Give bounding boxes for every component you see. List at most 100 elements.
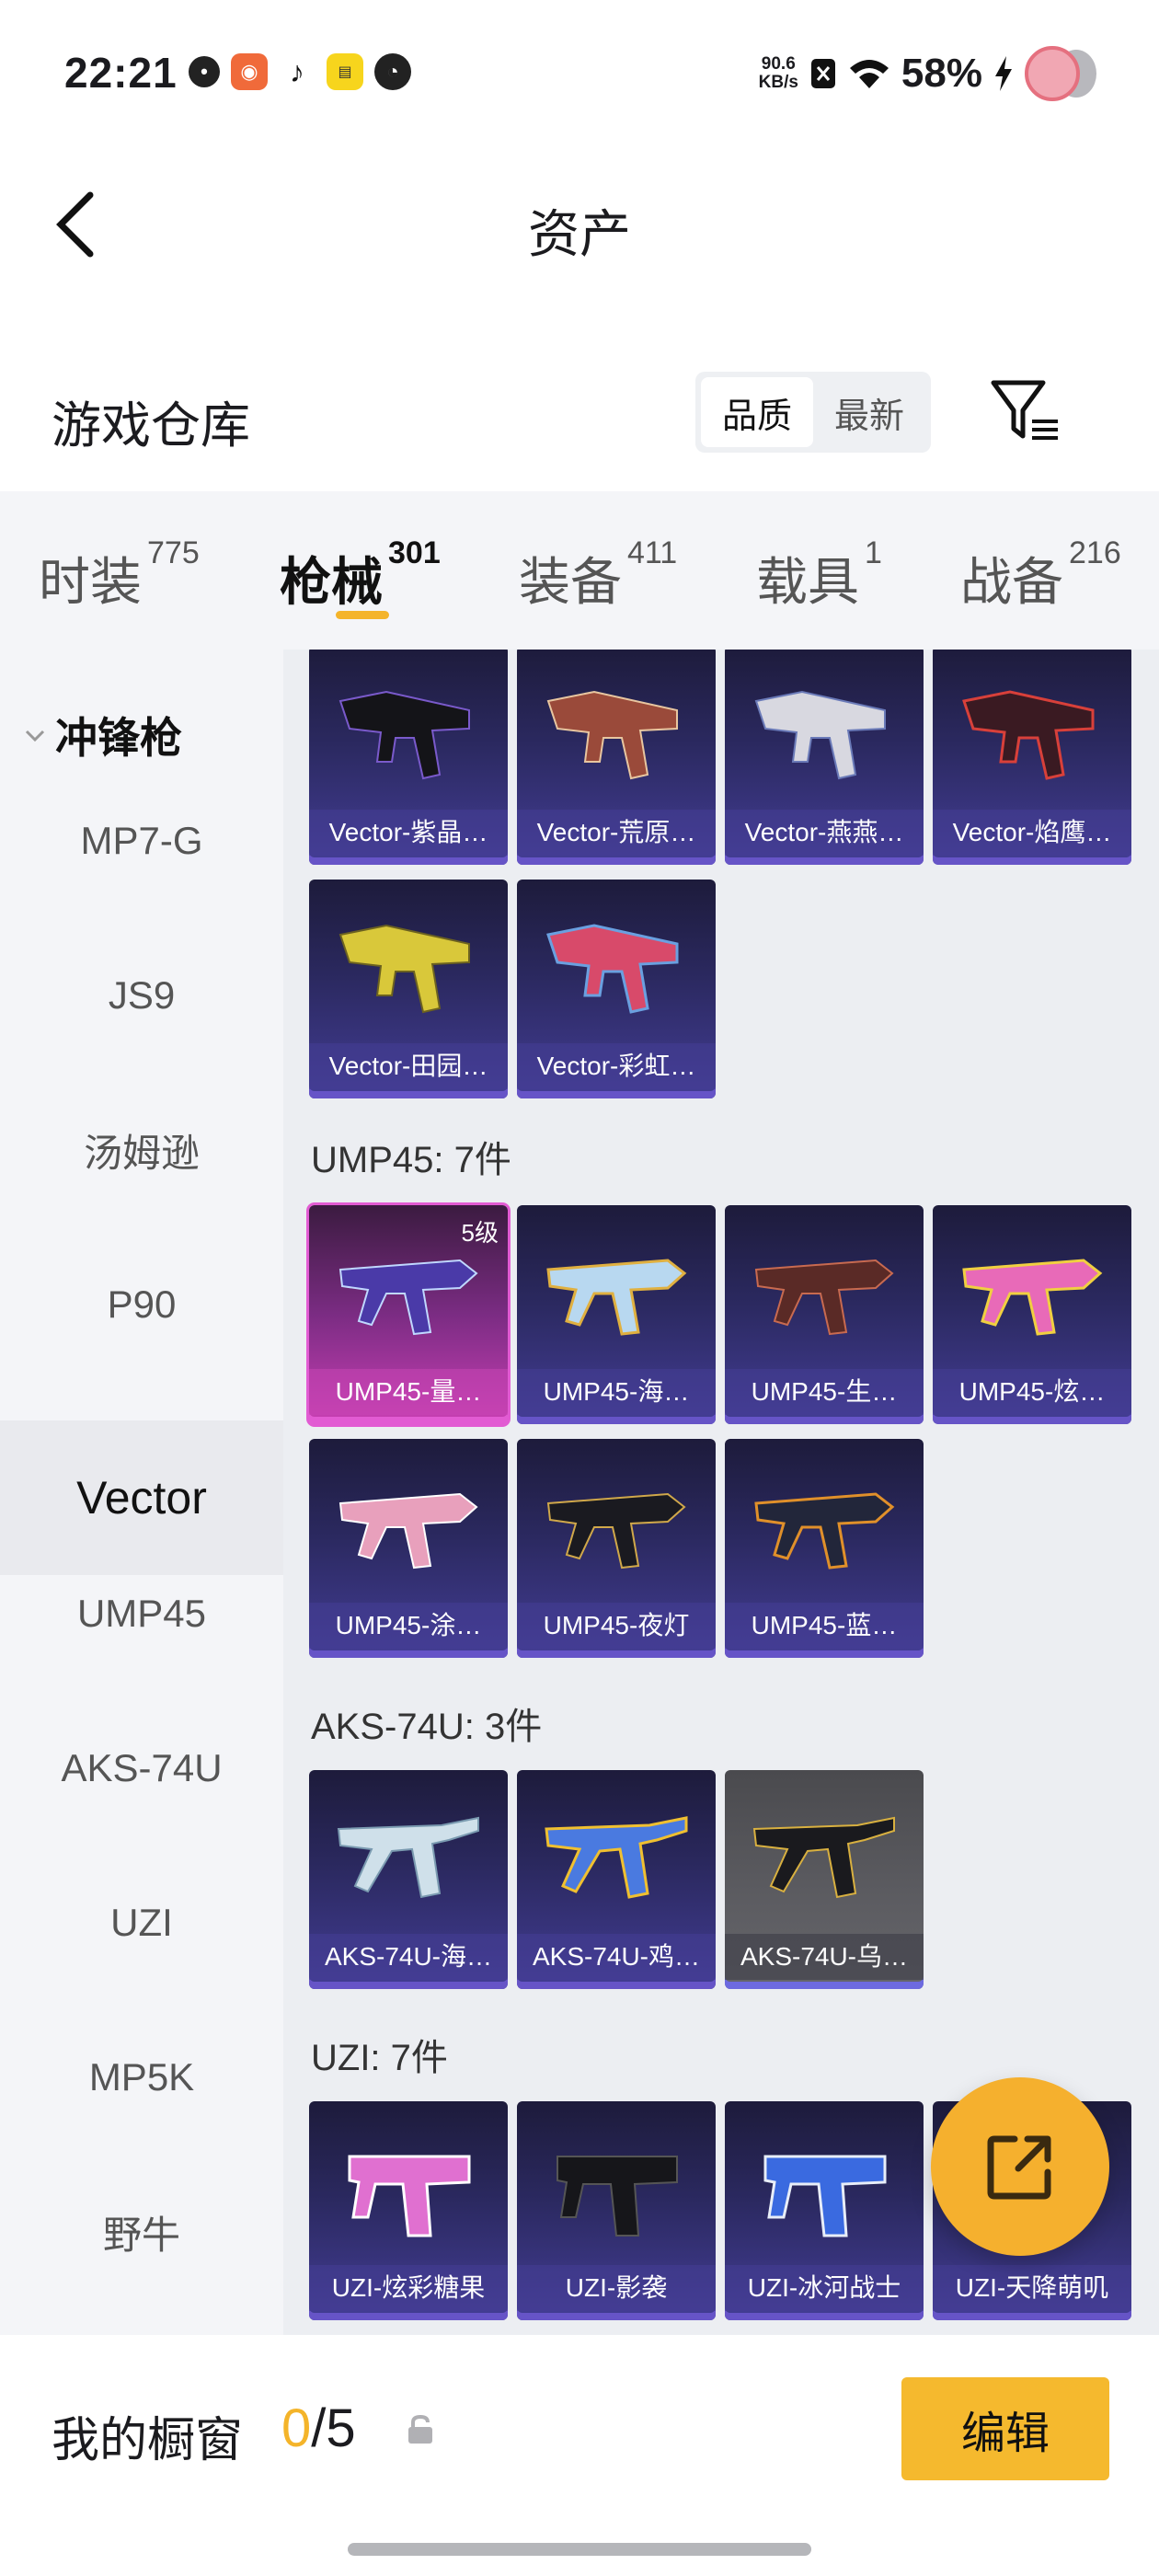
weapon-card[interactable]: UMP45-蓝… xyxy=(725,1439,924,1658)
weapon-card-label: Vector-焰鹰… xyxy=(933,810,1131,856)
sidebar-item-bison[interactable]: 野牛 xyxy=(0,2155,283,2309)
tab-guns[interactable]: 枪械 301 xyxy=(280,535,441,615)
app-q-icon: ◔ xyxy=(374,53,411,90)
sidebar-item-uzi[interactable]: UZI xyxy=(0,1846,283,2000)
status-bar: 22:21 • ◉ ♪ ▤ ◔ 90.6 KB/s 58% xyxy=(0,0,1159,147)
sim-off-icon xyxy=(810,59,835,88)
weapon-card-label: Vector-紫晶… xyxy=(309,810,508,856)
weapon-card[interactable]: UZI-影袭 xyxy=(517,2101,716,2320)
ump45-skin-image xyxy=(339,1259,478,1336)
avatar xyxy=(1025,46,1096,101)
tab-guns-count: 301 xyxy=(388,535,441,571)
sidebar-group-smg[interactable]: 冲锋枪 xyxy=(24,705,182,765)
network-speed-value: 90.6 xyxy=(761,54,796,74)
weapon-card[interactable]: 5级 UMP45-量… xyxy=(309,1205,508,1424)
sidebar-item-mp7g[interactable]: MP7-G xyxy=(0,764,283,918)
weapon-card[interactable]: Vector-紫晶… xyxy=(309,650,508,865)
sidebar-item-js9[interactable]: JS9 xyxy=(0,918,283,1073)
tab-guns-label: 枪械 xyxy=(280,553,383,611)
ump45-skin-image xyxy=(754,1259,894,1336)
lock-icon xyxy=(408,2414,432,2444)
sort-latest-option[interactable]: 最新 xyxy=(813,377,925,447)
tab-fashion[interactable]: 时装 775 xyxy=(39,535,200,615)
weapon-card-label: Vector-彩虹… xyxy=(517,1043,716,1089)
status-time: 22:21 xyxy=(64,49,178,97)
tab-supplies-label: 战备 xyxy=(960,553,1063,611)
status-right: 90.6 KB/s 58% xyxy=(759,46,1096,101)
sidebar-item-ump45[interactable]: UMP45 xyxy=(0,1536,283,1691)
header: 资产 xyxy=(0,166,1159,285)
edit-button[interactable]: 编辑 xyxy=(901,2377,1109,2480)
network-speed: 90.6 KB/s xyxy=(759,55,798,92)
weapon-card-label: UZI-影袭 xyxy=(517,2265,716,2311)
tab-equipment[interactable]: 装备 411 xyxy=(519,535,677,615)
weapon-card[interactable]: UMP45-海… xyxy=(517,1205,716,1424)
sidebar-item-aks74u[interactable]: AKS-74U xyxy=(0,1691,283,1846)
tab-supplies[interactable]: 战备 216 xyxy=(960,535,1121,615)
tab-equipment-label: 装备 xyxy=(519,553,622,611)
weapon-card-label: UZI-天降萌叽 xyxy=(933,2265,1131,2311)
ump45-skin-image xyxy=(546,1259,687,1336)
tab-vehicles-label: 载具 xyxy=(756,553,859,611)
aks74u-skin-image xyxy=(545,1816,688,1899)
filter-icon[interactable] xyxy=(990,379,1061,443)
vector-skin-image xyxy=(339,924,470,1014)
weapon-card[interactable]: UZI-冰河战士 xyxy=(725,2101,924,2320)
sort-toggle: 品质 最新 xyxy=(695,372,931,453)
uzi-skin-image xyxy=(557,2156,678,2237)
wifi-icon xyxy=(849,60,889,88)
wallet-app-icon: ▤ xyxy=(327,53,363,90)
weapon-card[interactable]: UZI-炫彩糖果 xyxy=(309,2101,508,2320)
weapon-card[interactable]: Vector-燕燕… xyxy=(725,650,924,865)
weapon-card[interactable]: Vector-彩虹… xyxy=(517,880,716,1098)
weapon-card[interactable]: UMP45-生… xyxy=(725,1205,924,1424)
weapon-card[interactable]: UMP45-涂… xyxy=(309,1439,508,1658)
weapon-card[interactable]: UMP45-夜灯 xyxy=(517,1439,716,1658)
vector-skin-image xyxy=(546,924,679,1014)
weapon-card[interactable]: AKS-74U-乌… xyxy=(725,1770,924,1989)
ump45-skin-image xyxy=(962,1259,1103,1336)
weapon-card[interactable]: Vector-荒原… xyxy=(517,650,716,865)
kuaishou-icon: ◉ xyxy=(231,53,268,90)
sidebar-item-mp5k[interactable]: MP5K xyxy=(0,2000,283,2155)
weapon-card-label: AKS-74U-海… xyxy=(309,1934,508,1980)
map-pin-icon: • xyxy=(189,56,220,87)
share-button[interactable] xyxy=(931,2077,1109,2256)
notification-icons: • ◉ ♪ ▤ ◔ xyxy=(189,53,411,90)
sort-quality-option[interactable]: 品质 xyxy=(701,377,813,447)
weapon-card[interactable]: Vector-田园… xyxy=(309,880,508,1098)
share-icon xyxy=(987,2135,1051,2200)
tab-fashion-label: 时装 xyxy=(39,553,142,611)
tab-supplies-count: 216 xyxy=(1069,535,1121,571)
weapon-card-label: UZI-炫彩糖果 xyxy=(309,2265,508,2311)
showcase-count: 0/5 xyxy=(281,2398,356,2459)
tab-indicator xyxy=(336,611,389,619)
vector-skin-image xyxy=(546,690,678,780)
weapon-card[interactable]: UMP45-炫… xyxy=(933,1205,1131,1424)
network-speed-unit: KB/s xyxy=(758,73,798,92)
tab-fashion-count: 775 xyxy=(147,535,200,571)
weapon-card[interactable]: AKS-74U-鸡… xyxy=(517,1770,716,1989)
section-title-ump45: UMP45: 7件 xyxy=(311,1140,511,1180)
weapon-card[interactable]: Vector-焰鹰… xyxy=(933,650,1131,865)
category-tabs: 时装 775 枪械 301 装备 411 载具 1 战备 216 xyxy=(0,491,1159,650)
weapon-card-label: Vector-燕燕… xyxy=(725,810,924,856)
home-indicator[interactable] xyxy=(348,2543,811,2556)
uzi-skin-image xyxy=(348,2155,471,2237)
sidebar-item-thompson[interactable]: 汤姆逊 xyxy=(0,1073,283,1227)
weapon-card-label: UMP45-海… xyxy=(517,1369,716,1415)
weapon-card-label: UZI-冰河战士 xyxy=(725,2265,924,2311)
tab-equipment-count: 411 xyxy=(627,535,678,571)
weapon-card-label: Vector-荒原… xyxy=(517,810,716,856)
sidebar-item-p90[interactable]: P90 xyxy=(0,1227,283,1382)
section-title-uzi: UZI: 7件 xyxy=(311,2038,448,2078)
tab-vehicles[interactable]: 载具 1 xyxy=(756,535,882,615)
weapon-card[interactable]: AKS-74U-海… xyxy=(309,1770,508,1989)
ump45-skin-image xyxy=(339,1492,478,1570)
charging-icon xyxy=(995,56,1012,91)
weapon-card-label: UMP45-蓝… xyxy=(725,1603,924,1649)
vector-skin-image xyxy=(754,690,886,780)
weapon-card-label: AKS-74U-乌… xyxy=(725,1934,924,1980)
weapon-card-label: Vector-田园… xyxy=(309,1043,508,1089)
weapon-card-label: UMP45-炫… xyxy=(933,1369,1131,1415)
